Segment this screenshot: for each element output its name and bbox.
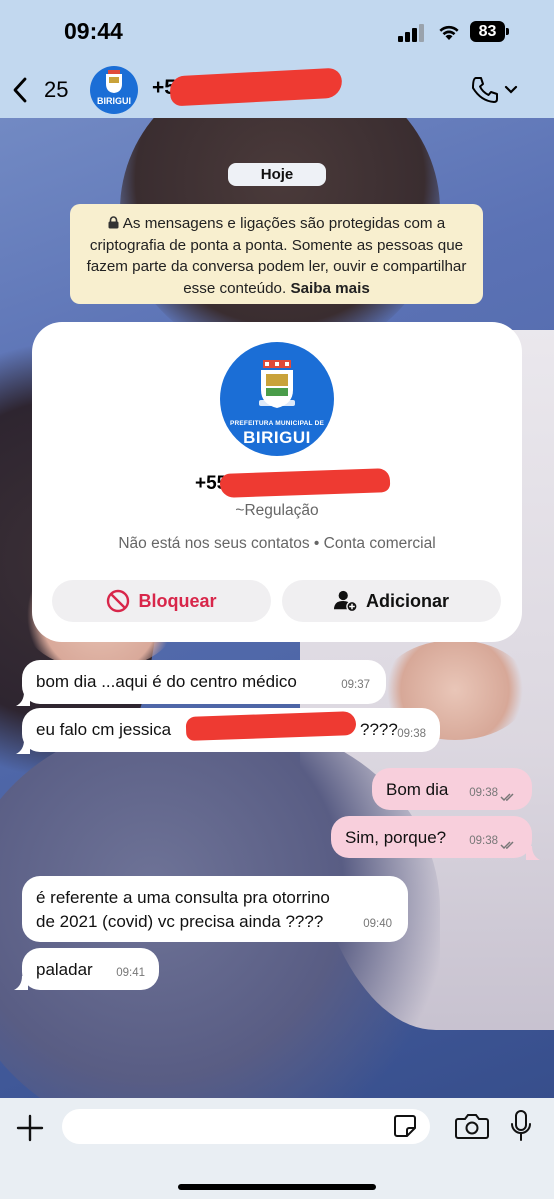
message-time: 09:40	[363, 918, 392, 930]
message-composer	[0, 1098, 554, 1199]
phone-icon	[472, 77, 498, 103]
message-bubble-outgoing[interactable]: Sim, porque? 09:38	[331, 816, 532, 858]
message-text: paladar	[36, 960, 93, 979]
camera-icon[interactable]	[455, 1112, 489, 1140]
message-time: 09:38	[469, 835, 498, 847]
message-text: bom dia ...aqui é do centro médico	[36, 672, 297, 691]
plus-icon[interactable]	[14, 1112, 46, 1144]
message-text-tail: ????	[360, 720, 398, 739]
message-bubble-outgoing[interactable]: Bom dia 09:38	[372, 768, 532, 810]
back-button[interactable]: 25	[12, 70, 68, 110]
chevron-left-icon	[12, 70, 42, 110]
birigui-logo: PREFEITURA MUNICIPAL DE BIRIGUI	[220, 342, 334, 456]
encryption-notice[interactable]: As mensagens e ligações são protegidas c…	[70, 204, 483, 304]
logo-title: BIRIGUI	[243, 428, 311, 447]
lock-icon	[108, 214, 119, 229]
chat-header: 25 BIRIGUI +5	[0, 64, 554, 118]
message-bubble-incoming[interactable]: é referente a uma consulta pra otorrino …	[22, 876, 408, 942]
avatar-logo-text: BIRIGUI	[96, 96, 131, 106]
double-check-icon	[500, 793, 514, 802]
crest-icon	[259, 360, 295, 408]
add-person-icon	[333, 589, 358, 613]
card-display-name: ~Regulação	[235, 502, 319, 519]
date-separator: Hoje	[228, 163, 326, 186]
unread-count: 25	[44, 77, 69, 102]
message-text: Sim, porque?	[345, 828, 447, 847]
status-time: 09:44	[64, 18, 123, 44]
logo-subtitle: PREFEITURA MUNICIPAL DE	[229, 420, 325, 427]
message-time: 09:38	[397, 728, 426, 740]
wifi-icon	[439, 25, 459, 40]
message-input[interactable]	[62, 1109, 430, 1144]
block-label: Bloquear	[138, 590, 217, 611]
double-check-icon	[500, 841, 514, 850]
chevron-down-icon	[504, 85, 518, 94]
block-button[interactable]: Bloquear	[52, 580, 271, 622]
message-text: eu falo cm jessica	[36, 720, 172, 739]
status-bar: 09:44 83	[0, 0, 554, 64]
microphone-icon[interactable]	[510, 1110, 532, 1142]
encryption-text: As mensagens e ligações são protegidas c…	[86, 215, 467, 297]
message-text: Bom dia	[386, 780, 449, 799]
add-label: Adicionar	[365, 590, 449, 611]
contact-info-card: PREFEITURA MUNICIPAL DE BIRIGUI +55 ~Reg…	[32, 322, 522, 642]
block-icon	[106, 589, 130, 613]
message-text: é referente a uma consulta pra otorrino …	[36, 888, 330, 931]
battery-level: 83	[470, 21, 505, 42]
contact-avatar[interactable]: BIRIGUI	[90, 66, 138, 114]
message-time: 09:38	[469, 787, 498, 799]
sticker-icon[interactable]	[393, 1114, 417, 1138]
message-bubble-incoming[interactable]: paladar 09:41	[22, 948, 159, 990]
message-bubble-incoming[interactable]: bom dia ...aqui é do centro médico 09:37	[22, 660, 386, 704]
redaction-mark	[219, 468, 391, 498]
message-time: 09:37	[341, 679, 370, 691]
message-time: 09:41	[116, 967, 145, 979]
redaction-mark	[169, 67, 343, 107]
call-button[interactable]	[470, 74, 520, 106]
card-contact-status: Não está nos seus contatos • Conta comer…	[118, 535, 436, 552]
add-contact-button[interactable]: Adicionar	[282, 580, 501, 622]
learn-more-link[interactable]: Saiba mais	[290, 280, 369, 297]
cellular-signal-icon	[398, 24, 426, 42]
crest-icon	[106, 70, 122, 93]
home-indicator	[178, 1184, 376, 1190]
battery-icon: 83	[470, 21, 510, 42]
